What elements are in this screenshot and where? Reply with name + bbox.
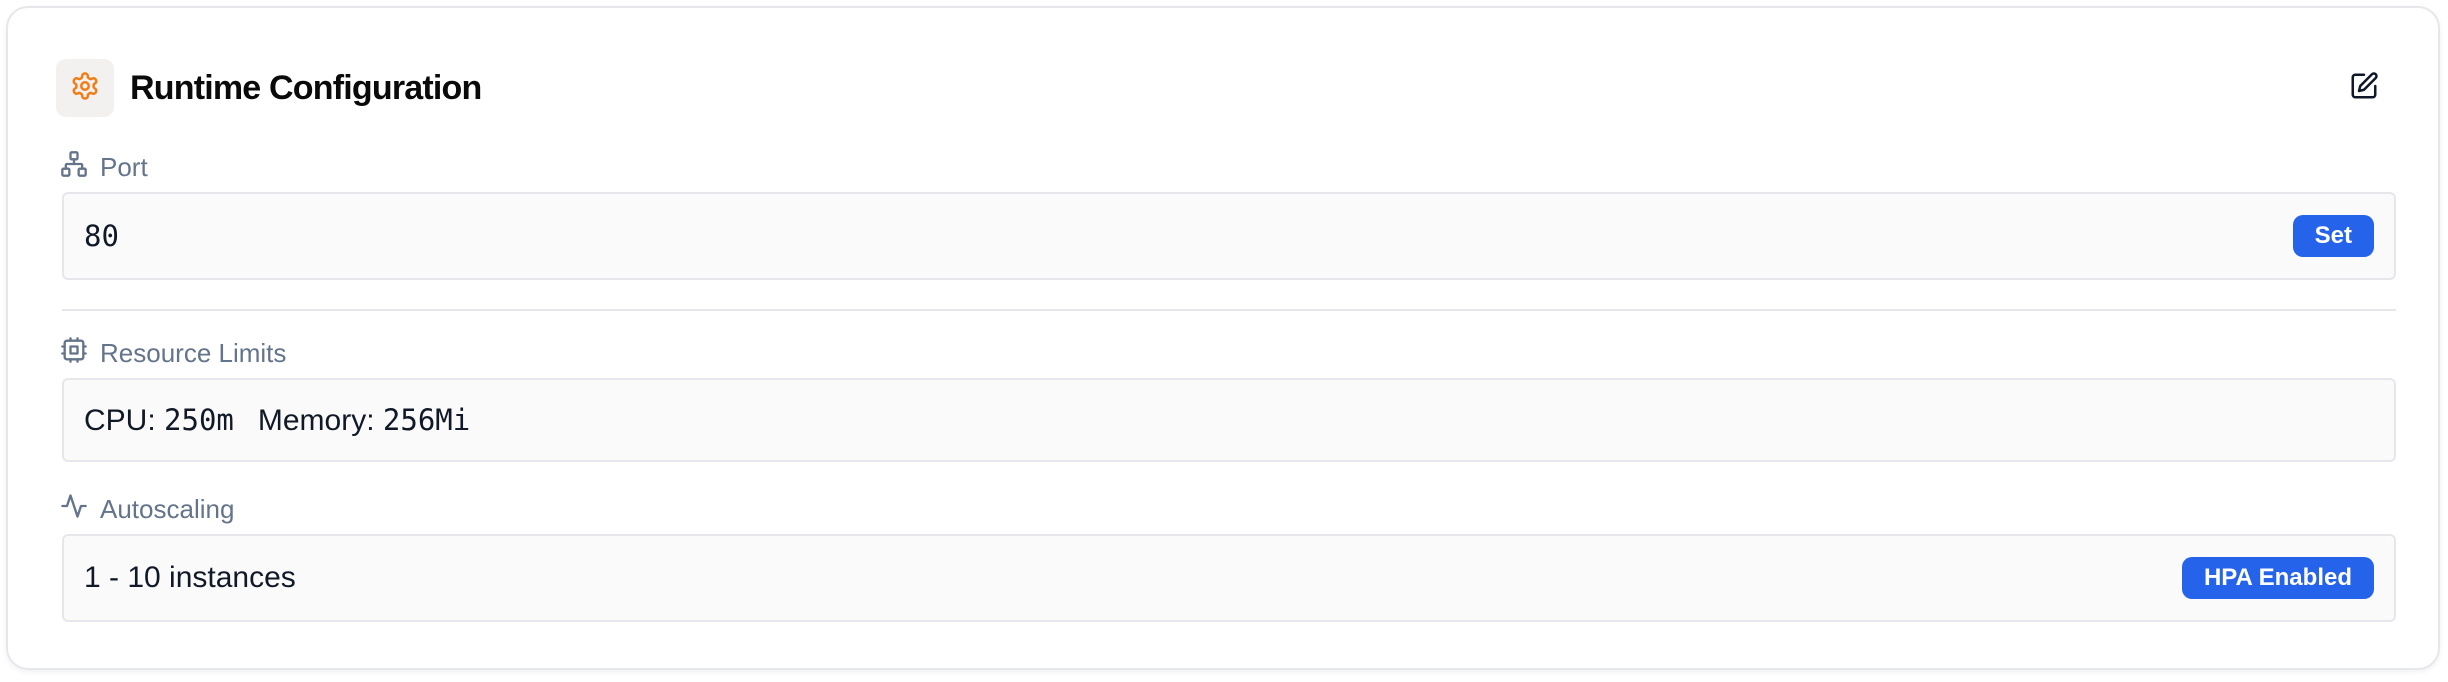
port-label: Port [60, 150, 148, 185]
activity-icon [60, 492, 88, 527]
port-field[interactable]: 80 Set [62, 192, 2396, 280]
resource-limits-label-text: Resource Limits [100, 338, 287, 368]
runtime-config-card: Runtime Configuration Port 80 Set Resour… [6, 6, 2440, 670]
autoscaling-value: 1 - 10 instances [84, 561, 296, 594]
autoscaling-label: Autoscaling [60, 492, 234, 527]
cpu-icon [60, 336, 88, 371]
port-value: 80 [84, 219, 119, 253]
section-divider [62, 309, 2396, 311]
cpu-limit: CPU: 250m [84, 403, 234, 438]
autoscaling-label-text: Autoscaling [100, 494, 235, 524]
autoscaling-field: 1 - 10 instances HPA Enabled [62, 534, 2396, 622]
port-label-text: Port [100, 152, 148, 182]
gear-icon [70, 71, 100, 106]
header-icon-box [56, 59, 114, 117]
memory-limit: Memory: 256Mi [258, 403, 470, 438]
edit-button[interactable] [2344, 68, 2384, 108]
resource-limits-label: Resource Limits [60, 336, 286, 371]
hpa-status-badge: HPA Enabled [2181, 557, 2374, 599]
card-header: Runtime Configuration [56, 58, 482, 118]
set-port-button[interactable]: Set [2292, 215, 2374, 257]
memory-limit-value: 256Mi [382, 402, 471, 437]
resource-limits-field: CPU: 250m Memory: 256Mi [62, 378, 2396, 462]
memory-limit-label: Memory: [257, 403, 375, 437]
card-title: Runtime Configuration [130, 68, 482, 107]
network-icon [60, 150, 88, 185]
cpu-limit-label: CPU: [84, 403, 156, 437]
edit-icon [2349, 71, 2379, 106]
cpu-limit-value: 250m [164, 402, 234, 437]
